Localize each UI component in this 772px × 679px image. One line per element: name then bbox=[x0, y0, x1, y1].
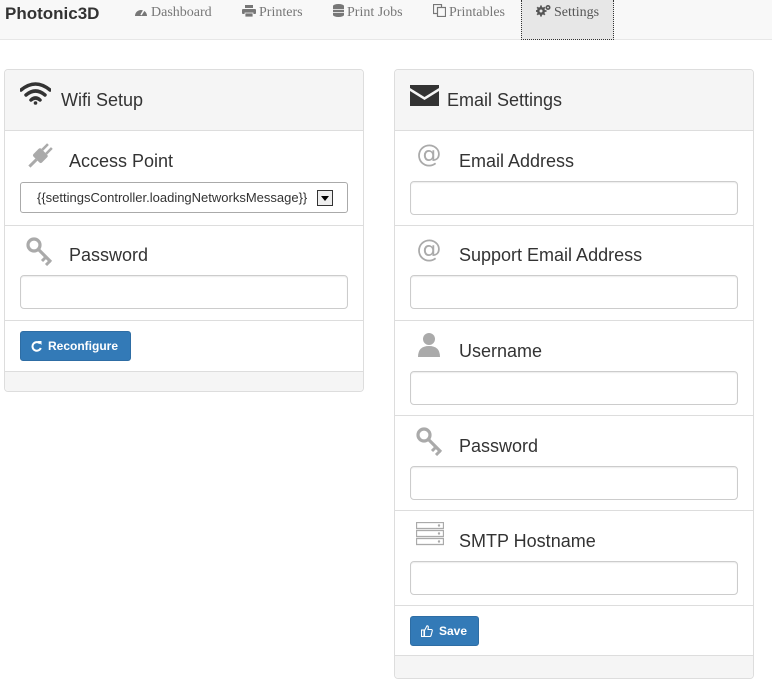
nav-printables-label: Printables bbox=[449, 5, 505, 20]
access-point-label: Access Point bbox=[69, 151, 174, 171]
nav-printables[interactable]: Printables bbox=[432, 0, 505, 40]
wifi-panel: Wifi Setup Access Point {{settingsContro… bbox=[4, 69, 364, 392]
email-panel-title: Email Settings bbox=[447, 90, 563, 110]
nav-print-jobs-label: Print Jobs bbox=[347, 5, 403, 20]
email-address-group: @ Email Address bbox=[395, 131, 753, 226]
save-button[interactable]: Save bbox=[410, 616, 479, 646]
server-icon bbox=[416, 522, 444, 546]
wifi-panel-heading: Wifi Setup bbox=[5, 70, 363, 131]
email-panel: Email Settings @ Email Address @ Support… bbox=[394, 69, 754, 679]
thumbs-up-icon bbox=[420, 625, 433, 638]
nav-settings[interactable]: Settings bbox=[521, 0, 615, 40]
smtp-hostname-input[interactable] bbox=[410, 561, 738, 595]
envelope-icon bbox=[410, 85, 439, 106]
nav-settings-label: Settings bbox=[554, 5, 600, 20]
email-panel-footer bbox=[395, 655, 753, 678]
wifi-password-group: Password bbox=[5, 226, 363, 321]
email-password-group: Password bbox=[395, 416, 753, 511]
brand-logo[interactable]: Photonic3D bbox=[5, 4, 99, 24]
navbar: Photonic3D Dashboard Printers Print Jobs… bbox=[0, 0, 772, 40]
cogs-icon bbox=[535, 5, 551, 17]
wifi-icon bbox=[20, 82, 51, 105]
key-icon bbox=[416, 427, 443, 456]
reconfigure-group: Reconfigure bbox=[5, 321, 363, 372]
copy-icon bbox=[432, 3, 447, 18]
nav-print-jobs[interactable]: Print Jobs bbox=[333, 0, 403, 40]
email-address-label: Email Address bbox=[459, 151, 575, 171]
username-input[interactable] bbox=[410, 371, 738, 405]
reconfigure-button-label: Reconfigure bbox=[48, 339, 119, 353]
database-icon bbox=[333, 4, 344, 17]
at-icon: @ bbox=[417, 141, 442, 167]
email-password-label: Password bbox=[459, 436, 539, 456]
nav-printers-label: Printers bbox=[259, 5, 303, 20]
nav-dashboard[interactable]: Dashboard bbox=[134, 0, 212, 40]
wifi-panel-title: Wifi Setup bbox=[61, 90, 144, 110]
reconfigure-button[interactable]: Reconfigure bbox=[20, 331, 131, 361]
access-point-group: Access Point {{settingsController.loadin… bbox=[5, 131, 363, 226]
key-icon bbox=[26, 237, 53, 266]
print-icon bbox=[242, 5, 256, 18]
email-address-input[interactable] bbox=[410, 181, 738, 215]
support-email-group: @ Support Email Address bbox=[395, 226, 753, 321]
nav-dashboard-label: Dashboard bbox=[151, 5, 212, 20]
email-password-input[interactable] bbox=[410, 466, 738, 500]
at-icon: @ bbox=[417, 236, 442, 262]
support-email-label: Support Email Address bbox=[459, 245, 643, 265]
access-point-select[interactable]: {{settingsController.loadingNetworksMess… bbox=[20, 182, 348, 213]
support-email-input[interactable] bbox=[410, 275, 738, 309]
refresh-icon bbox=[31, 341, 42, 352]
dashboard-icon bbox=[135, 9, 147, 16]
wifi-panel-footer bbox=[5, 371, 363, 391]
username-label: Username bbox=[459, 341, 543, 361]
wifi-password-input[interactable] bbox=[20, 275, 348, 309]
svg-text:@: @ bbox=[417, 141, 442, 167]
access-point-selected: {{settingsController.loadingNetworksMess… bbox=[37, 190, 308, 205]
wifi-password-label: Password bbox=[69, 245, 149, 265]
email-panel-heading: Email Settings bbox=[395, 70, 753, 131]
svg-text:@: @ bbox=[417, 236, 442, 262]
smtp-hostname-label: SMTP Hostname bbox=[459, 531, 596, 551]
username-group: Username bbox=[395, 321, 753, 416]
plug-icon bbox=[28, 143, 53, 168]
chevron-down-icon[interactable] bbox=[317, 190, 333, 206]
save-button-label: Save bbox=[439, 624, 468, 638]
user-icon bbox=[418, 333, 440, 357]
nav-printers[interactable]: Printers bbox=[242, 0, 303, 40]
smtp-hostname-group: SMTP Hostname bbox=[395, 511, 753, 606]
save-group: Save bbox=[395, 606, 753, 657]
